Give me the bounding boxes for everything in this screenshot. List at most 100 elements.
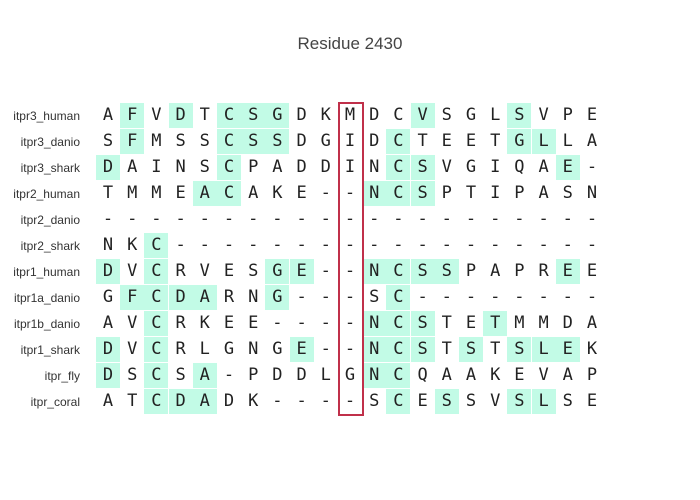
residue-cell: - [272, 391, 283, 411]
residue-cell: A [192, 389, 217, 414]
residue-cell: R [175, 261, 186, 281]
residue-cell: - [514, 287, 525, 307]
residue-cell: - [490, 209, 501, 229]
sequence-label: itpr2_shark [20, 239, 80, 253]
residue-cell: - [127, 209, 138, 229]
residue-cell: A [538, 157, 549, 177]
residue-cell: E [555, 337, 580, 362]
residue-cell: E [296, 183, 307, 203]
residue-cell: - [393, 235, 404, 255]
residue-cell: L [531, 389, 556, 414]
residue-cell: - [586, 287, 598, 307]
residue-cell: S [562, 391, 573, 411]
residue-cell: - [320, 287, 331, 307]
residue-cell: V [538, 105, 549, 125]
residue-cell: - [175, 209, 186, 229]
residue-cell: - [320, 235, 331, 255]
residue-cell: S [507, 389, 532, 414]
residue-cell: C [386, 337, 411, 362]
residue-cell: M [127, 183, 138, 203]
residue-cell: - [514, 209, 525, 229]
residue-cell: - [272, 209, 283, 229]
residue-cell: S [459, 337, 483, 362]
residue-cell: E [586, 391, 598, 411]
sequence-label: itpr_fly [44, 369, 80, 383]
residue-cell: V [538, 365, 549, 385]
residue-cell: P [465, 261, 477, 281]
residue-cell: - [417, 235, 428, 255]
residue-cell: D [168, 285, 193, 310]
residue-cell: L [490, 105, 501, 125]
residue-cell: S [369, 287, 380, 307]
residue-cell: S [265, 129, 290, 154]
residue-cell: C [386, 285, 411, 310]
residue-cell: S [434, 389, 459, 414]
residue-cell: L [531, 129, 556, 154]
residue-cell: T [483, 311, 508, 336]
residue-cell: M [514, 313, 525, 333]
residue-cell: - [102, 209, 114, 229]
residue-cell: G [265, 259, 290, 284]
residue-cell: A [490, 261, 501, 281]
residue-cell: S [241, 103, 266, 128]
sequence-label: itpr2_danio [20, 213, 80, 227]
residue-cell: G [265, 103, 290, 128]
residue-cell: - [441, 235, 452, 255]
residue-cell: S [507, 337, 532, 362]
residue-cell: M [151, 183, 162, 203]
residue-cell: - [514, 235, 525, 255]
residue-cell: A [465, 365, 477, 385]
residue-cell: - [441, 287, 452, 307]
residue-cell: A [192, 363, 217, 388]
residue-cell: V [151, 105, 162, 125]
residue-cell: A [102, 391, 114, 411]
residue-cell: D [96, 259, 120, 284]
residue-cell: - [272, 313, 283, 333]
residue-cell: S [410, 259, 435, 284]
residue-cell: Q [514, 157, 525, 177]
residue-cell: - [320, 183, 331, 203]
residue-cell: - [296, 313, 307, 333]
residue-cell: - [562, 209, 573, 229]
residue-cell: T [490, 339, 501, 359]
residue-cell: C [144, 233, 169, 258]
residue-cell: A [586, 131, 598, 151]
focus-column-box [338, 102, 364, 416]
residue-cell: - [465, 209, 477, 229]
residue-cell: - [199, 235, 210, 255]
residue-cell: - [320, 391, 331, 411]
residue-cell: S [199, 157, 210, 177]
residue-cell: E [289, 337, 314, 362]
residue-cell: F [120, 285, 145, 310]
residue-cell: D [168, 389, 193, 414]
sequence-label: itpr1a_danio [13, 291, 80, 305]
residue-cell: G [102, 287, 114, 307]
residue-cell: - [296, 235, 307, 255]
residue-cell: E [417, 391, 428, 411]
residue-cell: D [296, 105, 307, 125]
residue-cell: S [102, 131, 114, 151]
residue-cell: E [555, 259, 580, 284]
residue-cell: - [223, 209, 235, 229]
residue-cell: A [562, 365, 573, 385]
residue-cell: A [102, 105, 114, 125]
residue-cell: E [465, 131, 477, 151]
residue-cell: - [562, 235, 573, 255]
residue-cell: E [465, 313, 477, 333]
residue-cell: S [175, 131, 186, 151]
sequence-label: itpr3_human [13, 109, 80, 123]
residue-cell: A [127, 157, 138, 177]
residue-cell: M [151, 131, 162, 151]
residue-cell: - [465, 287, 477, 307]
residue-cell: N [175, 157, 186, 177]
residue-cell: - [296, 391, 307, 411]
residue-cell: C [217, 103, 241, 128]
residue-cell: - [369, 209, 380, 229]
residue-cell: T [199, 105, 210, 125]
residue-cell: L [531, 337, 556, 362]
residue-cell: K [199, 313, 210, 333]
residue-cell: E [586, 261, 598, 281]
residue-cell: G [320, 131, 331, 151]
residue-cell: A [192, 285, 217, 310]
residue-cell: S [127, 365, 138, 385]
